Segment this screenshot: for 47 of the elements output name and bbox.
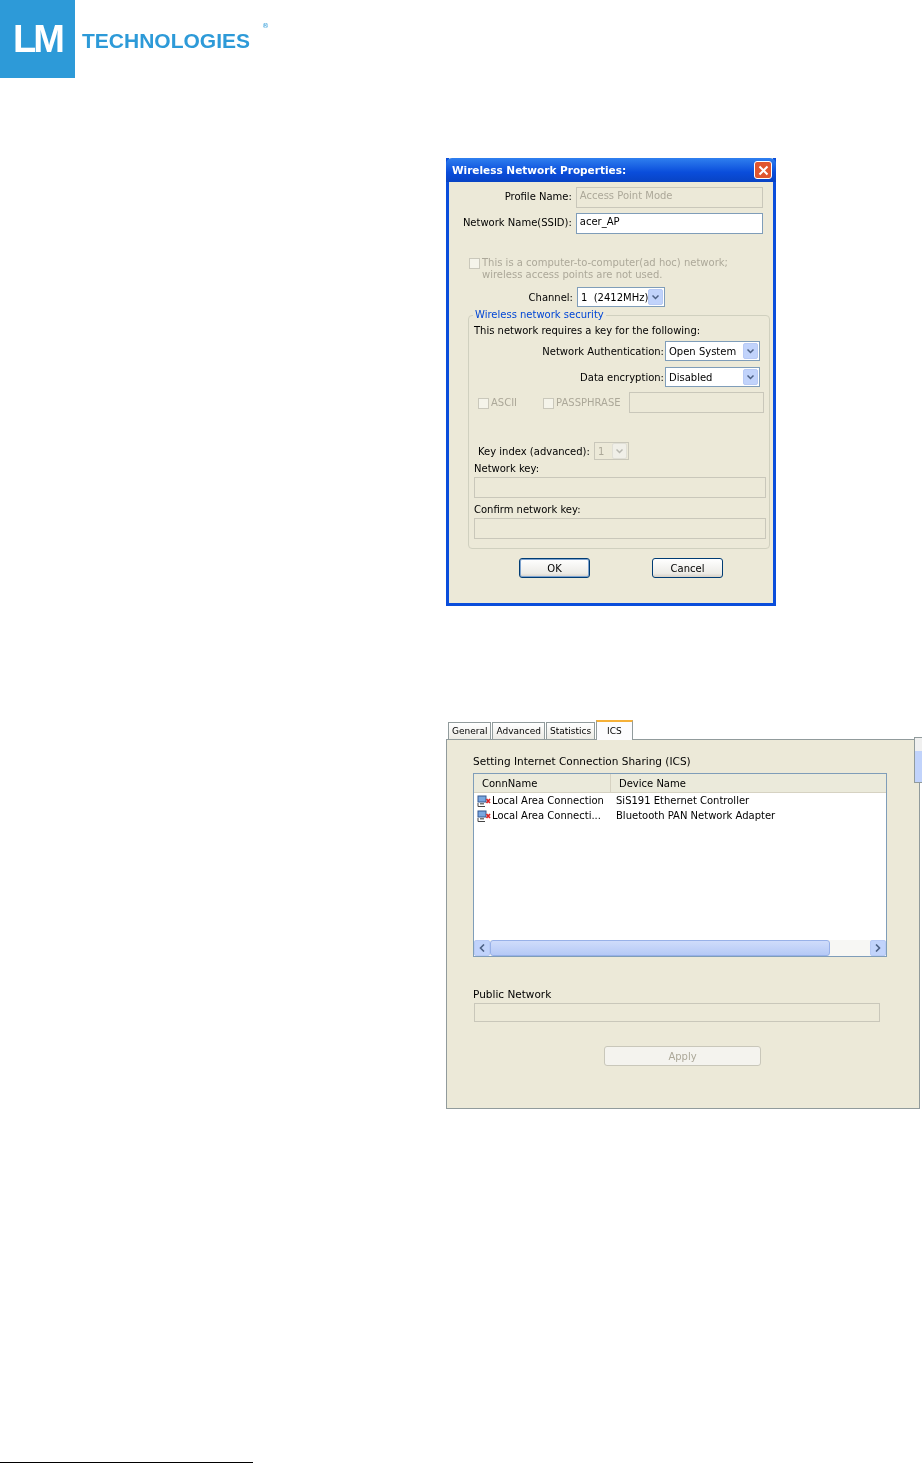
tab[interactable]: ICS xyxy=(596,720,633,740)
horizontal-scrollbar[interactable] xyxy=(474,940,886,956)
table-cell: Bluetooth PAN Network Adapter xyxy=(616,810,776,821)
logo-mark: LM xyxy=(0,0,75,78)
public-network-field[interactable] xyxy=(474,1003,880,1022)
table-cell: Local Area Connection xyxy=(492,795,604,806)
field-label: Public Network xyxy=(473,988,553,1000)
field-label: Data encryption: xyxy=(580,371,664,383)
company-name: TECHNOLOGIES xyxy=(82,29,250,53)
tab[interactable]: Advanced xyxy=(492,722,545,739)
field-label: Channel: xyxy=(527,291,573,303)
text-field[interactable]: acer_AP xyxy=(575,213,763,234)
tab[interactable]: Statistics xyxy=(545,722,596,739)
dialog-button[interactable]: OK xyxy=(519,558,590,578)
vertical-scrollbar[interactable] xyxy=(914,737,922,783)
window-title: Wireless Network Properties: xyxy=(452,164,627,176)
field-label: Network Authentication: xyxy=(542,345,664,357)
dropdown[interactable]: Open System xyxy=(665,341,760,361)
scroll-thumb[interactable] xyxy=(490,940,830,956)
passphrase-field[interactable] xyxy=(628,392,764,413)
checkbox-label: This is a computer-to-computer(ad hoc) network; wireless access points are not used. xyxy=(482,257,729,281)
confirm-key-field[interactable] xyxy=(474,518,766,539)
section-heading: Setting Internet Connection Sharing (ICS) xyxy=(473,755,692,767)
scroll-right-button[interactable] xyxy=(870,940,886,956)
channel-dropdown[interactable]: 1 (2412MHz) xyxy=(577,287,665,307)
table-cell: SiS191 Ethernet Controller xyxy=(616,795,750,806)
checkbox-label: PASSPHRASE xyxy=(556,397,621,408)
instruction-text: This network requires a key for the following: xyxy=(474,325,702,336)
field-label: Profile Name: xyxy=(503,190,572,202)
field-label: Network key: xyxy=(474,463,541,474)
network-key-field[interactable] xyxy=(474,477,766,498)
field-label: Key index (advanced): xyxy=(478,445,590,457)
network-connection-icon xyxy=(477,793,491,808)
dialog-button[interactable]: Cancel xyxy=(652,558,723,578)
field-label: Confirm network key: xyxy=(474,504,582,515)
column-header[interactable]: Device Name xyxy=(611,774,686,792)
dropdown[interactable]: Disabled xyxy=(665,367,760,387)
tab[interactable]: General xyxy=(448,722,492,739)
table-cell: Local Area Connecti... xyxy=(492,810,601,821)
group-legend: Wireless network security xyxy=(473,309,606,320)
field-label: Network Name(SSID): xyxy=(461,216,572,228)
network-connection-icon xyxy=(477,808,491,823)
checkbox-label: ASCII xyxy=(491,397,518,408)
column-header[interactable]: ConnName xyxy=(474,774,611,792)
scroll-left-button[interactable] xyxy=(474,940,490,956)
close-icon xyxy=(757,164,769,176)
close-button[interactable] xyxy=(754,161,772,179)
